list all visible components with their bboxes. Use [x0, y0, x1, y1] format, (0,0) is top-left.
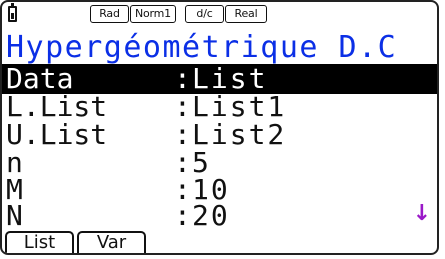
complex-mode-indicator: Real — [225, 5, 267, 23]
param-row-upper-list[interactable]: U.List : List2 — [2, 120, 437, 150]
f2-var-button[interactable]: Var — [77, 231, 146, 253]
param-separator: : — [174, 199, 191, 232]
status-bar: Rad Norm1 d/c Real — [2, 2, 437, 32]
battery-icon — [8, 3, 17, 22]
calculator-screen: Rad Norm1 d/c Real Hypergéométrique D.C … — [0, 0, 439, 255]
display-mode-indicator: Norm1 — [130, 5, 176, 23]
fraction-mode-indicator: d/c — [185, 5, 224, 23]
scroll-down-arrow-icon: ↓ — [412, 201, 431, 226]
f1-list-button[interactable]: List — [5, 231, 74, 253]
page-title: Hypergéométrique D.C — [6, 30, 398, 65]
param-label: N — [6, 199, 23, 232]
param-row-population[interactable]: N : 20 — [2, 201, 437, 231]
param-value: 20 — [192, 199, 230, 232]
angle-mode-indicator: Rad — [90, 5, 129, 23]
